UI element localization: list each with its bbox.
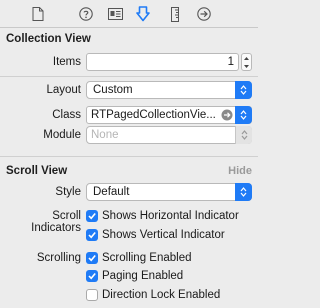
file-inspector-icon[interactable] — [30, 6, 46, 22]
connections-inspector-icon[interactable] — [196, 6, 212, 22]
popup-arrows-icon — [235, 183, 252, 201]
scrolling-enabled-checkbox[interactable] — [86, 252, 98, 264]
popup-arrows-icon — [235, 81, 252, 99]
checkmark-icon — [88, 272, 96, 280]
checkmark-icon — [88, 212, 96, 220]
identity-inspector-icon[interactable] — [107, 6, 123, 22]
checkmark-icon — [88, 231, 96, 239]
scroll-view-section-title: Scroll View — [6, 165, 68, 177]
module-label: Module — [43, 129, 81, 141]
module-combo[interactable]: None — [86, 126, 252, 144]
checkmark-icon — [88, 254, 96, 262]
collection-view-section-title: Collection View — [6, 33, 91, 45]
popup-arrows-icon — [235, 126, 252, 144]
layout-value: Custom — [93, 84, 133, 96]
layout-label: Layout — [46, 84, 81, 96]
stepper-up-icon[interactable] — [242, 54, 251, 62]
style-popup[interactable]: Default — [86, 183, 252, 201]
class-label: Class — [52, 109, 81, 121]
shows-horizontal-indicator-label[interactable]: Shows Horizontal Indicator — [102, 210, 239, 222]
paging-enabled-checkbox[interactable] — [86, 270, 98, 282]
style-value: Default — [93, 186, 130, 198]
inspector-toolbar — [0, 0, 258, 28]
shows-horizontal-indicator-checkbox[interactable] — [86, 210, 98, 222]
style-label: Style — [55, 186, 81, 198]
stepper-down-icon[interactable] — [242, 62, 251, 70]
quick-help-icon[interactable] — [78, 6, 94, 22]
direction-lock-enabled-checkbox[interactable] — [86, 289, 98, 301]
paging-enabled-label[interactable]: Paging Enabled — [102, 270, 183, 282]
items-value: 1 — [227, 56, 234, 68]
section-divider — [0, 156, 258, 157]
size-inspector-icon[interactable] — [167, 6, 183, 22]
layout-popup[interactable]: Custom — [86, 81, 252, 99]
items-field[interactable]: 1 — [86, 53, 239, 71]
items-stepper[interactable] — [241, 53, 252, 71]
scrolling-enabled-label[interactable]: Scrolling Enabled — [102, 252, 192, 264]
class-value: RTPagedCollectionVie... — [91, 109, 216, 121]
go-to-class-icon[interactable] — [221, 109, 233, 121]
shows-vertical-indicator-checkbox[interactable] — [86, 229, 98, 241]
module-placeholder: None — [91, 129, 119, 141]
attributes-inspector-icon[interactable] — [135, 6, 151, 22]
scrolling-label: Scrolling — [36, 252, 81, 264]
section-divider — [0, 76, 258, 77]
items-label: Items — [52, 56, 81, 68]
scroll-indicators-label: Scroll Indicators — [31, 210, 81, 234]
popup-arrows-icon[interactable] — [235, 106, 252, 124]
direction-lock-enabled-label[interactable]: Direction Lock Enabled — [102, 289, 220, 301]
class-combo[interactable]: RTPagedCollectionVie... — [86, 106, 252, 124]
hide-section-link[interactable]: Hide — [228, 165, 252, 177]
shows-vertical-indicator-label[interactable]: Shows Vertical Indicator — [102, 229, 225, 241]
